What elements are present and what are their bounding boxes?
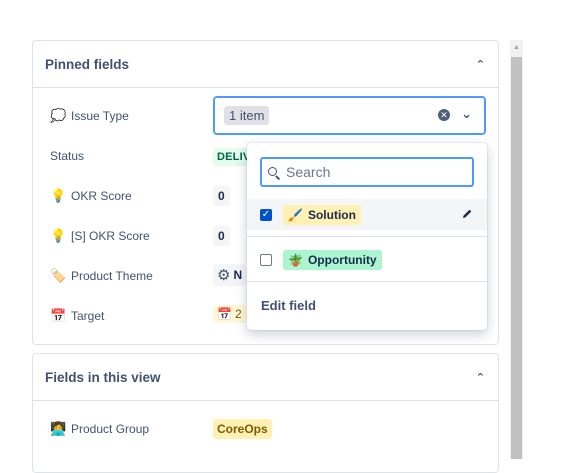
field-product-theme: 🏷️ Product Theme xyxy=(50,268,153,283)
target-value[interactable]: 📅 2 xyxy=(213,305,246,323)
scrollbar[interactable]: ▲ xyxy=(510,40,523,459)
pencil-icon[interactable] xyxy=(461,208,473,220)
issue-type-select[interactable]: 1 item ✕ ⌄ xyxy=(213,96,486,135)
product-group-value[interactable]: CoreOps xyxy=(213,419,272,439)
lightbulb-icon: 💡 xyxy=(50,188,67,203)
issue-type-dropdown: ✓ 🖌️ Solution 🪴 Opportunity Edit field xyxy=(247,143,487,330)
search-field[interactable] xyxy=(260,157,474,187)
fields-in-view-panel: Fields in this view ⌃ xyxy=(32,353,499,473)
calendar-icon: 📅 xyxy=(50,308,67,323)
edit-field-link[interactable]: Edit field xyxy=(261,298,316,313)
panel-title: Pinned fields xyxy=(45,56,130,72)
calendar-icon: 📅 xyxy=(217,307,232,321)
product-theme-value[interactable]: ⚙ N xyxy=(213,264,247,286)
paintbrush-icon: 🖌️ xyxy=(288,207,303,222)
field-product-group: 👩‍💻 Product Group xyxy=(50,421,150,436)
technologist-icon: 👩‍💻 xyxy=(50,421,67,436)
option-opportunity[interactable]: 🪴 Opportunity xyxy=(247,244,487,275)
divider xyxy=(247,236,487,237)
chevron-up-icon[interactable]: ⌃ xyxy=(476,371,485,384)
speech-bubble-icon: 💭 xyxy=(50,108,67,123)
field-target: 📅 Target xyxy=(50,308,105,323)
search-icon xyxy=(268,166,281,180)
field-s-okr-score: 💡 [S] OKR Score xyxy=(50,228,150,243)
scroll-thumb[interactable] xyxy=(511,57,522,459)
field-status: Status xyxy=(50,149,85,163)
clear-icon[interactable]: ✕ xyxy=(438,109,450,121)
okr-score-value[interactable]: 0 xyxy=(213,186,230,206)
checkbox-checked[interactable]: ✓ xyxy=(260,208,272,221)
scroll-up-arrow-icon[interactable]: ▲ xyxy=(510,40,523,55)
chevron-up-icon[interactable]: ⌃ xyxy=(476,58,485,71)
panel-title: Fields in this view xyxy=(45,369,161,385)
checkbox-unchecked[interactable] xyxy=(260,253,272,266)
fields-in-view-header[interactable]: Fields in this view ⌃ xyxy=(33,354,498,401)
option-solution[interactable]: ✓ 🖌️ Solution xyxy=(247,199,487,230)
product-group-chip: CoreOps xyxy=(213,419,272,439)
option-chip: 🖌️ Solution xyxy=(283,204,361,225)
gear-icon: ⚙ xyxy=(217,267,231,284)
search-input[interactable] xyxy=(286,164,456,180)
label-tag-icon: 🏷️ xyxy=(50,268,67,283)
field-okr-score: 💡 OKR Score xyxy=(50,188,132,203)
selected-count-chip: 1 item xyxy=(224,106,270,125)
s-okr-score-value[interactable]: 0 xyxy=(213,226,230,246)
lightbulb-icon: 💡 xyxy=(50,228,67,243)
divider xyxy=(247,281,487,282)
option-chip: 🪴 Opportunity xyxy=(283,249,382,270)
pinned-fields-header[interactable]: Pinned fields ⌃ xyxy=(33,41,498,88)
potted-plant-icon: 🪴 xyxy=(288,252,303,267)
field-issue-type: 💭 Issue Type xyxy=(50,108,129,123)
chevron-down-icon[interactable]: ⌄ xyxy=(461,106,472,122)
